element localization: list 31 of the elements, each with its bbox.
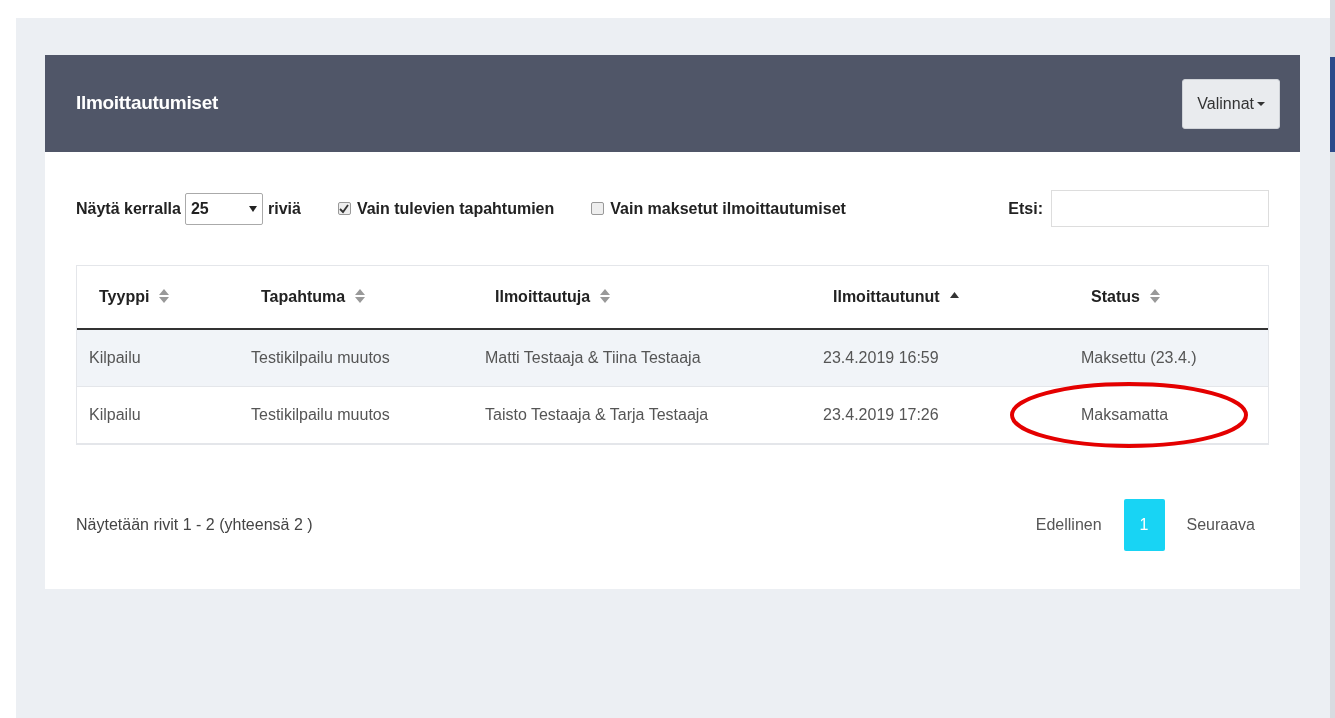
table-cell-text: Taisto Testaaja & Tarja Testaaja: [485, 405, 709, 425]
table-cell-text: 23.4.2019 16:59: [823, 348, 939, 368]
table-cell-text: Kilpailu: [89, 348, 141, 368]
table-cell-text: Matti Testaaja & Tiina Testaaja: [485, 348, 701, 368]
checkbox[interactable]: [591, 202, 605, 215]
table-cell-text: Maksettu (23.4.): [1081, 348, 1197, 368]
page-size-label: Näytä kerralla: [76, 198, 181, 219]
options-button[interactable]: Valinnat: [1182, 78, 1280, 129]
column-header[interactable]: Ilmoittautunut: [833, 288, 940, 305]
checkbox-label: Vain tulevien tapahtumien: [356, 198, 555, 219]
checkbox[interactable]: [337, 202, 351, 215]
table-cell-text: Testikilpailu muutos: [251, 348, 390, 368]
column-header[interactable]: Status: [1091, 288, 1140, 305]
table-info: Näytetään rivit 1 - 2 (yhteensä 2 ): [76, 515, 313, 535]
caret-icon: [1257, 102, 1265, 107]
table-cell-text: 23.4.2019 17:26: [823, 405, 939, 425]
pagination-item[interactable]: Seuraava: [1172, 499, 1269, 551]
search-label: Etsi:: [1008, 198, 1043, 219]
table-cell-text: Maksamatta: [1081, 405, 1169, 425]
pagination-item[interactable]: Edellinen: [1021, 499, 1116, 551]
dropdown-arrow-icon: [248, 205, 257, 212]
search-field[interactable]: [1051, 190, 1269, 227]
page-size-suffix: riviä: [267, 198, 301, 219]
column-header[interactable]: Ilmoittautuja: [495, 288, 591, 305]
panel-title: Ilmoittautumiset: [76, 91, 218, 116]
column-header[interactable]: Tapahtuma: [261, 288, 346, 305]
table-cell-text: Kilpailu: [89, 405, 141, 425]
column-header[interactable]: Tyyppi: [99, 288, 150, 305]
checkbox-label: Vain maksetut ilmoittautumiset: [610, 198, 846, 219]
table-cell-text: Testikilpailu muutos: [251, 405, 390, 425]
page-size-select[interactable]: 25: [184, 192, 263, 225]
